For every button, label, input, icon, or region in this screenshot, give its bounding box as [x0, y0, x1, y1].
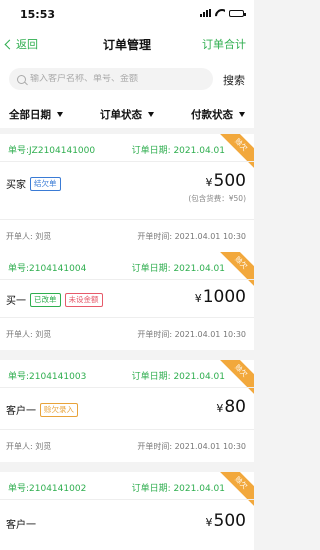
status-time: 15:53: [20, 8, 56, 21]
filter-payment-status[interactable]: 付款状态: [191, 107, 245, 122]
search-icon: [17, 74, 26, 84]
order-card-body: 买家 结欠单 ¥ 500 (包含货费：¥50): [0, 162, 254, 220]
order-tag: 赊欠录入: [40, 402, 78, 417]
order-amount: ¥ 500: [206, 171, 246, 191]
order-card-body: 客户一 赊欠录入 ¥ 80: [0, 388, 254, 430]
order-date: 订单日期: 2021.04.01: [131, 146, 225, 156]
customer-name: 客户一: [6, 520, 36, 531]
filter-order-status[interactable]: 订单状态: [100, 107, 154, 122]
order-tag: 未设金额: [64, 292, 103, 307]
caret-down-icon: [148, 111, 154, 117]
order-card-footer: 开单人: 刘觅 开单时间: 2021.04.01 10:30: [0, 220, 254, 253]
customer: 买一 已改单 未设金额: [6, 292, 103, 307]
nav-bar: 返回 订单管理 订单合计: [0, 30, 254, 60]
order-open-time: 开单时间: 2021.04.01 10:30: [137, 330, 246, 339]
customer: 买家 结欠单: [6, 176, 61, 191]
amount-note: (包含货费：¥50): [188, 194, 246, 203]
order-date: 订单日期: 2021.04.01: [131, 264, 225, 274]
order-number: 单号:2104141003: [8, 372, 87, 382]
order-number: 单号:2104141002: [8, 484, 87, 494]
amount-value: 1000: [202, 287, 246, 307]
currency-symbol: ¥: [216, 402, 224, 415]
order-card-footer: 开单人: 刘觅 开单时间: 2021.04.01 10:30: [0, 430, 254, 462]
order-number: 单号:2104141004: [8, 264, 87, 274]
caret-down-icon: [239, 111, 245, 117]
order-card[interactable]: 赊欠 单号:2104141004 订单日期: 2021.04.01 买一 已改单…: [0, 252, 254, 350]
filter-label: 订单状态: [100, 108, 142, 121]
search-button[interactable]: 搜索: [223, 72, 245, 88]
order-card-header: 单号:2104141003 订单日期: 2021.04.01: [0, 360, 254, 388]
filter-date[interactable]: 全部日期: [9, 107, 63, 122]
order-tag: 结欠单: [30, 176, 61, 191]
battery-icon: [229, 9, 246, 17]
wifi-icon: [215, 9, 225, 17]
filter-bar: 全部日期 订单状态 付款状态: [0, 100, 254, 128]
order-opener: 开单人: 刘觅: [6, 330, 52, 339]
customer-name: 买家: [6, 180, 26, 191]
order-tag: 已改单: [30, 292, 61, 307]
order-opener: 开单人: 刘觅: [6, 232, 52, 241]
order-card[interactable]: 赊欠 单号:2104141003 订单日期: 2021.04.01 客户一 赊欠…: [0, 360, 254, 462]
amount-value: 500: [213, 511, 246, 531]
order-date: 订单日期: 2021.04.01: [131, 484, 225, 494]
order-date: 订单日期: 2021.04.01: [131, 372, 225, 382]
customer: 客户一: [6, 516, 36, 531]
currency-symbol: ¥: [205, 176, 213, 189]
order-card[interactable]: 赊欠 单号:2104141002 订单日期: 2021.04.01 客户一 ¥ …: [0, 472, 254, 550]
back-label: 返回: [16, 38, 38, 51]
order-card-header: 单号:2104141002 订单日期: 2021.04.01: [0, 472, 254, 500]
order-number: 单号:JZ2104141000: [8, 146, 96, 156]
back-button[interactable]: 返回: [4, 36, 38, 52]
status-bar: 15:53: [0, 0, 254, 30]
caret-down-icon: [57, 111, 63, 117]
search-input[interactable]: [30, 74, 200, 84]
amount-value: 500: [213, 171, 246, 191]
search-bar: 搜索: [0, 60, 254, 100]
amount-value: 80: [224, 397, 246, 417]
chevron-left-icon: [4, 39, 15, 49]
order-card[interactable]: 赊欠 单号:JZ2104141000 订单日期: 2021.04.01 买家 结…: [0, 134, 254, 254]
signal-icon: [200, 9, 211, 17]
order-card-header: 单号:JZ2104141000 订单日期: 2021.04.01: [0, 134, 254, 162]
order-card-body: 买一 已改单 未设金额 ¥ 1000: [0, 280, 254, 318]
filter-label: 付款状态: [191, 108, 233, 121]
order-card-header: 单号:2104141004 订单日期: 2021.04.01: [0, 252, 254, 280]
customer: 客户一 赊欠录入: [6, 402, 78, 417]
order-open-time: 开单时间: 2021.04.01 10:30: [137, 232, 246, 241]
currency-symbol: ¥: [205, 516, 213, 529]
order-card-body: 客户一 ¥ 500: [0, 500, 254, 550]
order-opener: 开单人: 刘觅: [6, 442, 52, 451]
order-amount: ¥ 1000: [195, 287, 246, 307]
order-amount: ¥ 500: [206, 511, 246, 531]
currency-symbol: ¥: [194, 292, 202, 305]
order-card-footer: 开单人: 刘觅 开单时间: 2021.04.01 10:30: [0, 318, 254, 350]
order-total-button[interactable]: 订单合计: [202, 36, 246, 52]
customer-name: 客户一: [6, 406, 36, 417]
search-box[interactable]: [9, 68, 213, 90]
order-open-time: 开单时间: 2021.04.01 10:30: [137, 442, 246, 451]
filter-label: 全部日期: [9, 108, 51, 121]
status-icons: [200, 9, 246, 17]
order-amount: ¥ 80: [216, 397, 246, 417]
customer-name: 买一: [6, 296, 26, 307]
